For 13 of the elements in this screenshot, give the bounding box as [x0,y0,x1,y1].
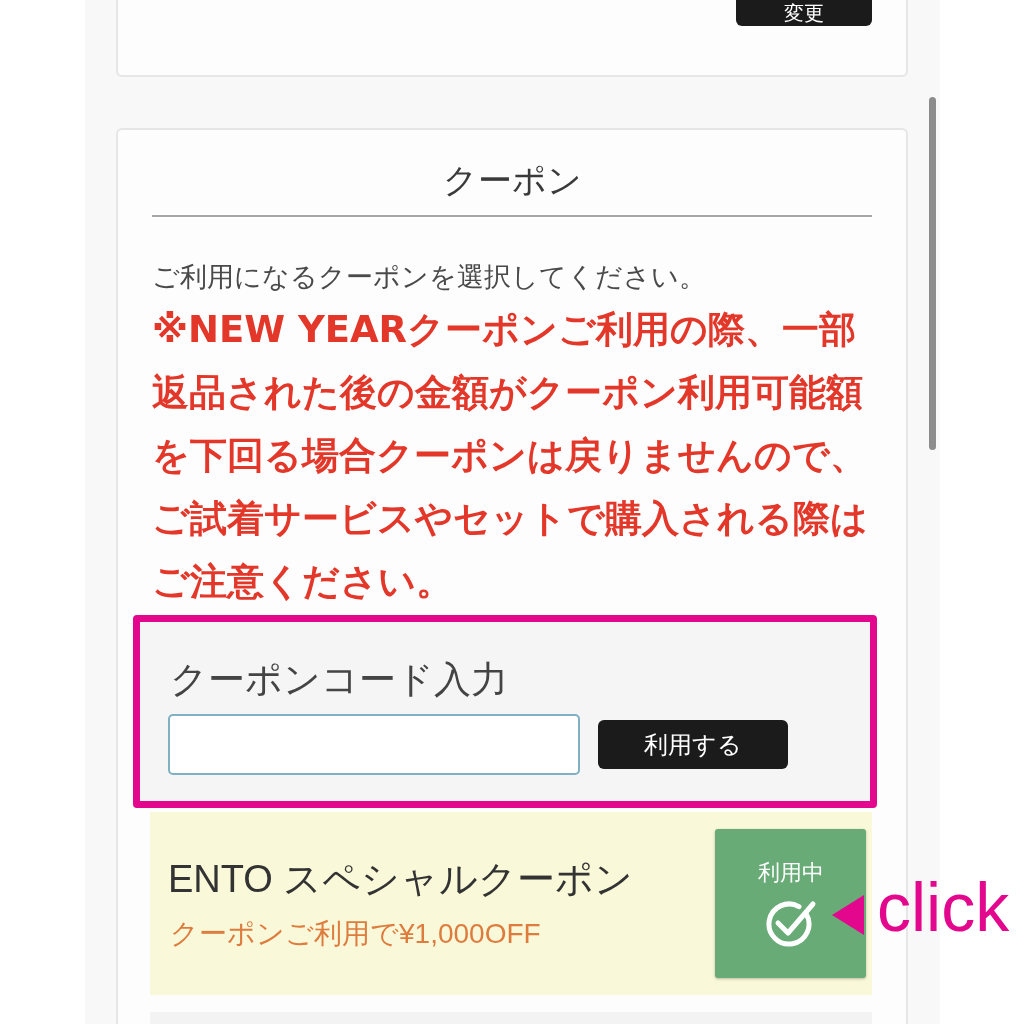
warning-text: ※NEW YEARクーポンご利用の際、一部返品された後の金額がクーポン利用可能額を下回る場合クーポンは戻りませんので、ご試着サービスやセットで購入される際はご注意ください。 [152,307,869,605]
coupon-card[interactable]: ENTO スペシャルクーポン クーポンご利用で¥1,000OFF 利用中 [150,812,872,995]
coupon-name: ENTO スペシャルクーポン [168,856,634,902]
change-button[interactable]: 変更 [736,0,872,26]
section-title: クーポン [442,160,582,200]
scrollbar-thumb[interactable] [929,97,936,450]
pointer-triangle-icon [832,895,864,935]
coupon-code-input[interactable] [168,714,580,775]
instruction-text: ご利用になるクーポンを選択してください。 [152,261,706,294]
coupon-code-label: クーポンコード入力 [170,658,508,702]
apply-button[interactable]: 利用する [598,720,788,769]
click-annotation: click [877,873,1010,941]
coupon-discount-note: クーポンご利用で¥1,000OFF [170,916,541,951]
